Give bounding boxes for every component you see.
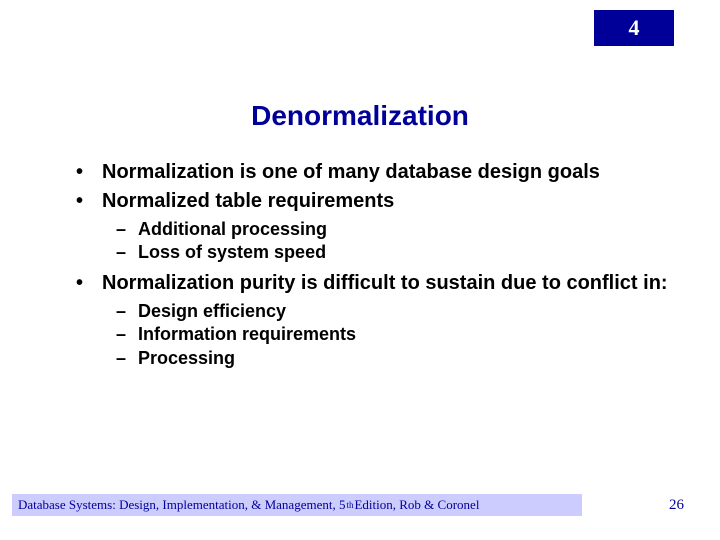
chapter-badge: 4: [594, 10, 674, 46]
list-item: Additional processing: [116, 218, 670, 241]
content-area: Normalization is one of many database de…: [74, 160, 670, 376]
page-number: 26: [669, 497, 684, 514]
list-item: Processing: [116, 347, 670, 370]
footer-text-suffix: Edition, Rob & Coronel: [354, 497, 479, 513]
list-item: Normalized table requirements: [74, 189, 670, 214]
footer-text-prefix: Database Systems: Design, Implementation…: [18, 497, 345, 513]
sub-list: Additional processing Loss of system spe…: [116, 218, 670, 265]
footer-ordinal: th: [346, 500, 353, 510]
list-item: Information requirements: [116, 323, 670, 346]
list-item: Normalization is one of many database de…: [74, 160, 670, 185]
list-item: Design efficiency: [116, 300, 670, 323]
slide-title: Denormalization: [0, 100, 720, 132]
sub-list: Design efficiency Information requiremen…: [116, 300, 670, 370]
footer-reference: Database Systems: Design, Implementation…: [12, 494, 582, 516]
list-item: Normalization purity is difficult to sus…: [74, 271, 670, 296]
list-item: Loss of system speed: [116, 241, 670, 264]
